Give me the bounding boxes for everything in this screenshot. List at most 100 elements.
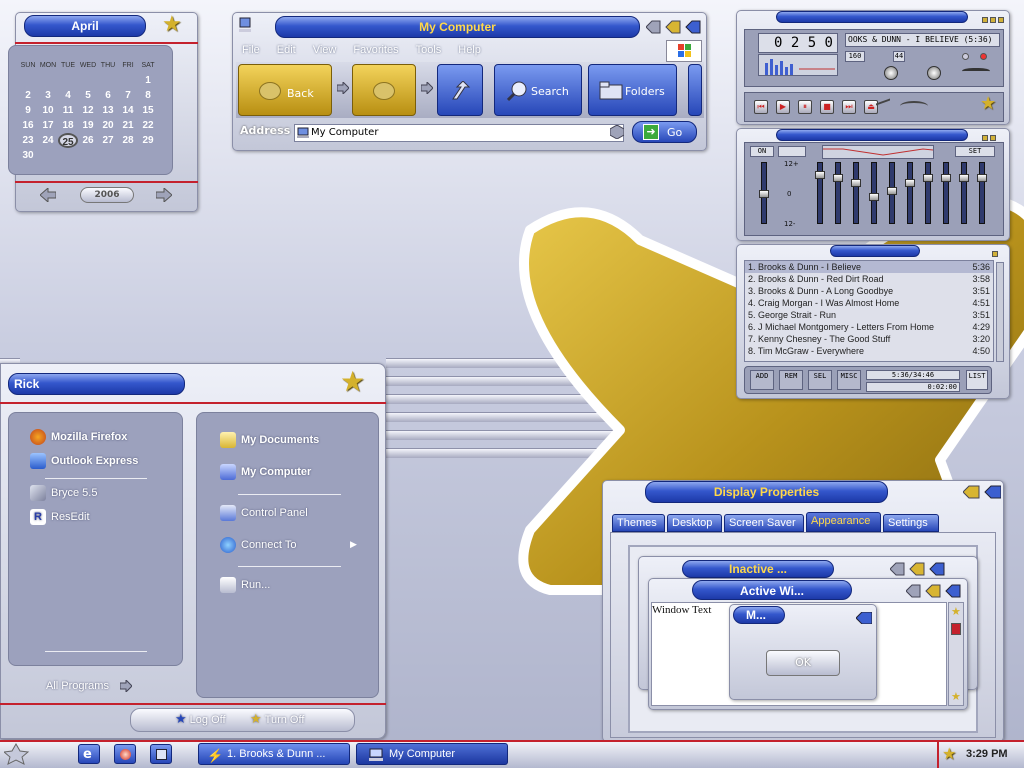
calendar-day[interactable]: 4 (58, 88, 78, 103)
winamp-window-controls[interactable] (980, 13, 1004, 26)
preview-ok-button[interactable]: OK (766, 650, 840, 676)
forward-button[interactable] (352, 64, 416, 116)
calendar-day[interactable]: 27 (98, 133, 118, 148)
calendar-day[interactable]: 13 (98, 103, 118, 118)
start-item-bryce[interactable]: Bryce 5.5 (30, 485, 97, 501)
calendar-day[interactable]: 8 (138, 88, 158, 103)
start-item-resedit[interactable]: R ResEdit (30, 509, 90, 525)
back-button[interactable]: Back (238, 64, 332, 116)
calendar-day[interactable]: 30 (18, 148, 38, 163)
eq-auto-button[interactable] (778, 146, 806, 157)
start-item-firefox[interactable]: Mozilla Firefox (30, 429, 127, 445)
playlist-item[interactable]: 6. J Michael Montgomery - Letters From H… (745, 321, 993, 333)
forward-dropdown-icon[interactable] (421, 82, 433, 94)
star-icon[interactable]: ★ (162, 14, 182, 36)
calendar-today[interactable]: 25 (58, 133, 78, 148)
calendar-day[interactable]: 9 (18, 103, 38, 118)
eq-slider-knob[interactable] (977, 174, 987, 182)
playlist-sel-button[interactable]: SEL (808, 370, 832, 390)
eq-band-slider[interactable] (815, 162, 825, 224)
tab-settings[interactable]: Settings (883, 514, 939, 532)
go-button[interactable]: ➜ Go (632, 121, 697, 143)
eq-band-slider[interactable] (923, 162, 933, 224)
eq-slider-knob[interactable] (887, 187, 897, 195)
calendar-day[interactable]: 11 (58, 103, 78, 118)
eq-slider-knob[interactable] (815, 171, 825, 179)
calendar-day[interactable]: 12 (78, 103, 98, 118)
up-button[interactable] (437, 64, 483, 116)
calendar-day[interactable]: 17 (38, 118, 58, 133)
eq-band-slider[interactable] (941, 162, 951, 224)
eq-slider-knob[interactable] (759, 190, 769, 198)
calendar-day[interactable]: 7 (118, 88, 138, 103)
playlist-scrollbar[interactable] (996, 262, 1004, 362)
eq-preamp-slider[interactable] (759, 162, 769, 224)
menu-favorites[interactable]: Favorites (353, 44, 398, 56)
playlist-item[interactable]: 2. Brooks & Dunn - Red Dirt Road 3:58 (745, 273, 993, 285)
balance-knob[interactable] (927, 66, 941, 80)
start-item-my-computer[interactable]: My Computer (220, 464, 311, 480)
playlist-rem-button[interactable]: REM (779, 370, 803, 390)
tab-desktop[interactable]: Desktop (667, 514, 722, 532)
stop-icon[interactable]: ■ (820, 100, 834, 114)
quicklaunch-desktop-icon[interactable] (150, 744, 172, 764)
playlist-item[interactable]: 5. George Strait - Run 3:51 (745, 309, 993, 321)
calendar-day[interactable]: 29 (138, 133, 158, 148)
eq-slider-knob[interactable] (833, 174, 843, 182)
taskbar-item-winamp[interactable]: ⚡ 1. Brooks & Dunn ... (198, 743, 350, 765)
prev-year-arrow-icon[interactable] (40, 188, 56, 202)
eq-slider-knob[interactable] (923, 174, 933, 182)
tab-screen-saver[interactable]: Screen Saver (724, 514, 804, 532)
folders-button[interactable]: Folders (588, 64, 677, 116)
start-item-outlook[interactable]: Outlook Express (30, 453, 138, 469)
tab-appearance[interactable]: Appearance (806, 512, 881, 532)
calendar-day[interactable]: 24 (38, 133, 58, 148)
winamp-star-icon[interactable]: ★ (980, 95, 996, 113)
calendar-day[interactable]: 21 (118, 118, 138, 133)
all-programs-button[interactable]: All Programs (46, 678, 133, 694)
back-dropdown-icon[interactable] (337, 82, 349, 94)
playlist-item[interactable]: 8. Tim McGraw - Everywhere 4:50 (745, 345, 993, 357)
calendar-day[interactable]: 1 (138, 73, 158, 88)
taskbar-item-my-computer[interactable]: My Computer (356, 743, 508, 765)
quicklaunch-media-icon[interactable] (114, 744, 136, 764)
eq-presets-button[interactable]: SET (955, 146, 995, 157)
eq-slider-knob[interactable] (905, 179, 915, 187)
log-off-button[interactable]: ★ Log Off (175, 711, 226, 727)
search-button[interactable]: Search (494, 64, 582, 116)
calendar-day[interactable]: 16 (18, 118, 38, 133)
playlist-item[interactable]: 3. Brooks & Dunn - A Long Goodbye 3:51 (745, 285, 993, 297)
volume-knob[interactable] (884, 66, 898, 80)
calendar-day[interactable]: 22 (138, 118, 158, 133)
play-icon[interactable]: ▶ (776, 100, 790, 114)
next-year-arrow-icon[interactable] (156, 188, 172, 202)
next-icon[interactable]: ⏭ (842, 100, 856, 114)
start-item-run[interactable]: Run... (220, 577, 270, 593)
start-item-control-panel[interactable]: Control Panel (220, 505, 308, 521)
eq-slider-knob[interactable] (851, 179, 861, 187)
calendar-day[interactable]: 5 (78, 88, 98, 103)
playlist-item[interactable]: 1. Brooks & Dunn - I Believe 5:36 (745, 261, 993, 273)
address-field[interactable]: My Computer (294, 124, 624, 142)
display-properties-controls[interactable] (962, 485, 1002, 502)
window-controls[interactable] (645, 19, 702, 38)
menu-edit[interactable]: Edit (277, 44, 296, 56)
menu-view[interactable]: View (313, 44, 337, 56)
prev-icon[interactable]: ⏮ (754, 100, 768, 114)
calendar-day[interactable]: 15 (138, 103, 158, 118)
tray-star-icon[interactable]: ★ (942, 744, 956, 763)
playlist-misc-button[interactable]: MISC (837, 370, 861, 390)
calendar-day[interactable]: 20 (98, 118, 118, 133)
repeat-icon[interactable] (900, 101, 928, 111)
quicklaunch-ie-icon[interactable]: e (78, 744, 100, 764)
eq-slider-knob[interactable] (959, 174, 969, 182)
playlist-window-controls[interactable] (990, 247, 998, 260)
calendar-day[interactable]: 2 (18, 88, 38, 103)
pause-icon[interactable]: ⏸ (798, 100, 812, 114)
eq-on-button[interactable]: ON (750, 146, 774, 157)
calendar-day[interactable]: 23 (18, 133, 38, 148)
eq-slider-knob[interactable] (869, 193, 879, 201)
tab-themes[interactable]: Themes (612, 514, 665, 532)
calendar-day[interactable]: 26 (78, 133, 98, 148)
transport-buttons[interactable]: ⏮ ▶ ⏸ ■ ⏭ ⏏ (754, 100, 878, 114)
